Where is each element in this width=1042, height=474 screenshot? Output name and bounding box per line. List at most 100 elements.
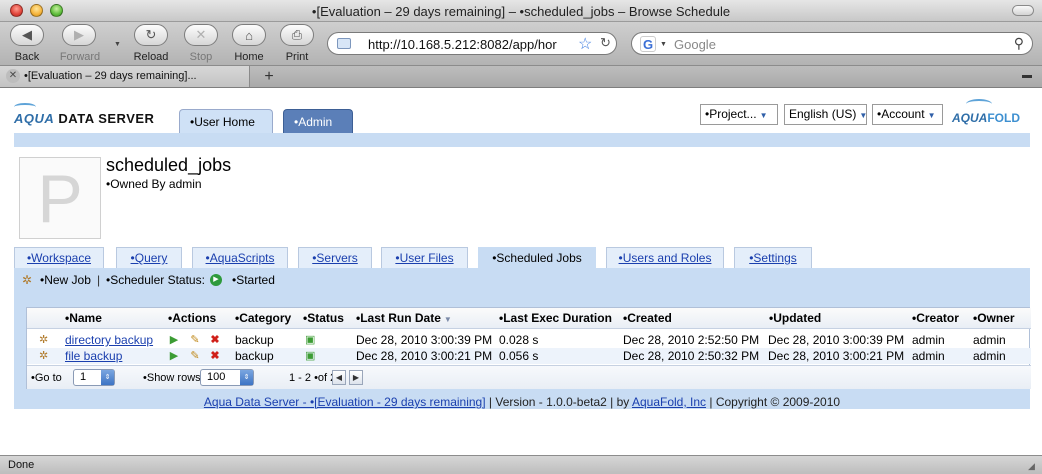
back-label: Back bbox=[14, 51, 40, 63]
google-icon[interactable]: G bbox=[640, 36, 656, 52]
tab-close-icon[interactable]: ✕ bbox=[6, 69, 20, 83]
tab-servers[interactable]: •Servers bbox=[298, 247, 372, 268]
aqua-data-server-logo: AQUA DATA SERVER bbox=[14, 111, 155, 126]
column-header-creator[interactable]: •Creator bbox=[912, 311, 959, 325]
project-selector[interactable]: •Project... ▼ bbox=[700, 104, 778, 125]
prev-page-button[interactable]: ◀ bbox=[332, 370, 346, 385]
tab-workspace[interactable]: •Workspace bbox=[14, 247, 104, 268]
table-row[interactable]: ✲ file backup ▶ ✎ ✖ backup ▣ Dec 28, 201… bbox=[27, 348, 1031, 364]
bookmark-star-icon[interactable]: ☆ bbox=[578, 34, 592, 54]
browser-tab[interactable]: ✕ •[Evaluation – 29 days remaining]... bbox=[0, 66, 250, 87]
project-avatar: P bbox=[19, 157, 101, 239]
column-header-status[interactable]: •Status bbox=[303, 311, 344, 325]
column-header-category[interactable]: •Category bbox=[235, 311, 291, 325]
delete-job-icon[interactable]: ✖ bbox=[209, 334, 221, 346]
product-link[interactable]: Aqua Data Server - •[Evaluation - 29 day… bbox=[204, 395, 486, 409]
back-arrow-icon: ◀ bbox=[22, 27, 32, 42]
show-rows-select[interactable]: 100 ⇕ bbox=[200, 369, 254, 386]
toolbar-toggle-button[interactable] bbox=[1012, 5, 1034, 16]
column-header-owner[interactable]: •Owner bbox=[973, 311, 1015, 325]
scheduler-status-value: •Started bbox=[232, 273, 275, 287]
column-header-updated[interactable]: •Updated bbox=[769, 311, 821, 325]
scheduler-status-label: •Scheduler Status: bbox=[106, 273, 205, 287]
job-category: backup bbox=[235, 333, 274, 347]
home-button[interactable]: ⌂ bbox=[232, 24, 266, 46]
edit-job-icon[interactable]: ✎ bbox=[189, 350, 201, 362]
search-field[interactable]: G ▼ Google ⚲ bbox=[631, 32, 1033, 55]
column-header-created[interactable]: •Created bbox=[623, 311, 672, 325]
tab-user-files[interactable]: •User Files bbox=[381, 247, 468, 268]
job-owner: admin bbox=[973, 349, 1006, 363]
status-bar: Done ◢ bbox=[0, 455, 1042, 474]
tab-users-and-roles[interactable]: •Users and Roles bbox=[606, 247, 724, 268]
home-icon: ⌂ bbox=[245, 27, 253, 43]
language-selector-label: English (US) bbox=[789, 107, 857, 121]
browser-tab-label: •[Evaluation – 29 days remaining]... bbox=[24, 70, 197, 82]
table-row[interactable]: ✲ directory backup ▶ ✎ ✖ backup ▣ Dec 28… bbox=[27, 332, 1031, 348]
print-button[interactable]: ⎙ bbox=[280, 24, 314, 46]
separator: | bbox=[488, 395, 493, 409]
back-button[interactable]: ◀ bbox=[10, 24, 44, 46]
stop-button[interactable]: ✕ bbox=[184, 24, 218, 46]
tab-settings[interactable]: •Settings bbox=[734, 247, 812, 268]
tab-admin[interactable]: •Admin bbox=[283, 109, 353, 133]
play-icon[interactable]: ▶ bbox=[210, 274, 222, 286]
address-bar[interactable]: http://10.168.5.212:8082/app/hor ☆ ↻ bbox=[327, 32, 617, 55]
job-creator: admin bbox=[912, 333, 945, 347]
aquafold-logo: AQUAFOLD bbox=[952, 111, 1021, 125]
account-selector[interactable]: •Account ▼ bbox=[872, 104, 943, 125]
separator: | bbox=[610, 395, 614, 409]
gear-icon: ✲ bbox=[22, 273, 33, 287]
job-updated: Dec 28, 2010 3:00:39 PM bbox=[768, 333, 905, 347]
chevron-down-icon: ▼ bbox=[859, 111, 868, 120]
go-to-page-select[interactable]: 1 ⇕ bbox=[73, 369, 115, 386]
page-title: scheduled_jobs bbox=[106, 155, 232, 175]
scheduler-toolbar: ✲ •New Job | •Scheduler Status: ▶ •Start… bbox=[14, 268, 1030, 292]
resize-grip-icon[interactable]: ◢ bbox=[1028, 461, 1038, 471]
version-text: Version - 1.0.0-beta2 bbox=[495, 395, 607, 409]
go-to-page-value: 1 bbox=[80, 371, 87, 383]
run-job-icon[interactable]: ▶ bbox=[168, 334, 180, 346]
chevron-updown-icon: ⇕ bbox=[101, 370, 114, 385]
new-job-button[interactable]: •New Job bbox=[40, 268, 91, 292]
status-success-icon: ▣ bbox=[305, 334, 316, 346]
column-header-name[interactable]: •Name bbox=[65, 311, 102, 325]
column-header-last-run-date[interactable]: •Last Run Date ▼ bbox=[356, 311, 452, 325]
printer-icon: ⎙ bbox=[291, 27, 303, 42]
forward-button[interactable]: ▶ bbox=[62, 24, 96, 46]
tab-aquascripts[interactable]: •AquaScripts bbox=[192, 247, 288, 268]
search-placeholder: Google bbox=[674, 37, 716, 52]
project-owner: •Owned By admin bbox=[106, 177, 202, 191]
search-icon[interactable]: ⚲ bbox=[1014, 35, 1024, 52]
job-duration: 0.056 s bbox=[499, 349, 539, 363]
reload-button[interactable]: ↻ bbox=[134, 24, 168, 46]
job-updated: Dec 28, 2010 3:00:21 PM bbox=[768, 349, 905, 363]
column-header-last-exec-duration[interactable]: •Last Exec Duration bbox=[499, 311, 612, 325]
print-label: Print bbox=[285, 51, 309, 63]
job-created: Dec 28, 2010 2:50:32 PM bbox=[623, 349, 760, 363]
job-creator: admin bbox=[912, 349, 945, 363]
delete-job-icon[interactable]: ✖ bbox=[209, 350, 221, 362]
url-refresh-icon[interactable]: ↻ bbox=[600, 35, 611, 51]
job-name-link[interactable]: directory backup bbox=[65, 333, 153, 347]
next-page-button[interactable]: ▶ bbox=[349, 370, 363, 385]
tab-scheduled-jobs[interactable]: •Scheduled Jobs bbox=[478, 247, 596, 269]
language-selector[interactable]: English (US) ▼ bbox=[784, 104, 867, 125]
edit-job-icon[interactable]: ✎ bbox=[189, 334, 201, 346]
tab-overflow-icon[interactable]: ▬ bbox=[1020, 70, 1034, 82]
tab-user-home[interactable]: •User Home bbox=[179, 109, 273, 134]
new-tab-button[interactable]: + bbox=[256, 67, 282, 86]
title-bar: •[Evaluation – 29 days remaining] – •sch… bbox=[0, 0, 1042, 22]
job-duration: 0.028 s bbox=[499, 333, 539, 347]
forward-label: Forward bbox=[59, 51, 101, 63]
job-category: backup bbox=[235, 349, 274, 363]
tab-query[interactable]: •Query bbox=[116, 247, 182, 268]
company-link[interactable]: AquaFold, Inc bbox=[632, 395, 706, 409]
url-text[interactable]: http://10.168.5.212:8082/app/hor bbox=[368, 37, 576, 52]
search-engine-dropdown-icon[interactable]: ▼ bbox=[660, 41, 667, 48]
job-name-link[interactable]: file backup bbox=[65, 349, 122, 363]
history-dropdown-icon[interactable]: ▼ bbox=[114, 41, 121, 48]
forward-arrow-icon: ▶ bbox=[74, 27, 84, 42]
chevron-updown-icon: ⇕ bbox=[240, 370, 253, 385]
run-job-icon[interactable]: ▶ bbox=[168, 350, 180, 362]
